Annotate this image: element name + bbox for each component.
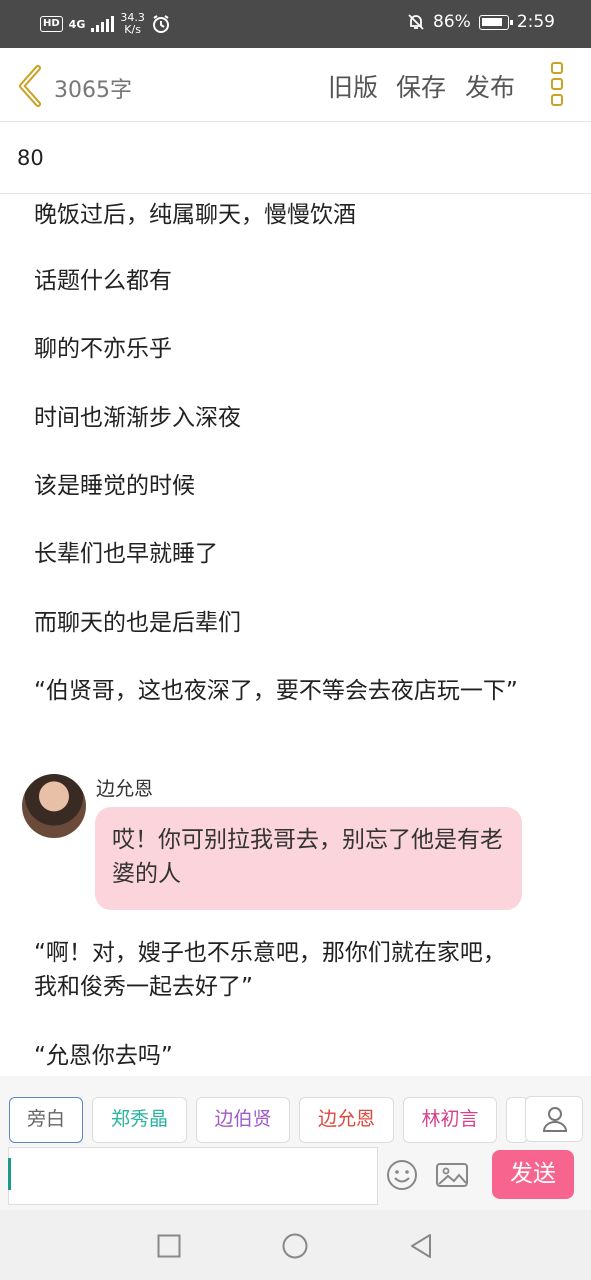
alarm-icon (152, 15, 169, 33)
paragraph: 时间也渐渐步入深夜 (34, 405, 241, 431)
recents-icon[interactable] (157, 1234, 181, 1258)
network-type: 4G (68, 17, 86, 31)
paragraph: 话题什么都有 (34, 268, 172, 294)
emoji-icon[interactable] (385, 1158, 419, 1192)
character-chip[interactable]: 边伯贤 (196, 1097, 290, 1143)
paragraph: “啊！对，嫂子也不乐意吧，那你们就在家吧，我和俊秀一起去好了” (34, 940, 506, 1000)
character-chip[interactable]: 林初言 (403, 1097, 497, 1143)
back-icon[interactable] (408, 1233, 434, 1259)
old-version-button[interactable]: 旧版 (328, 68, 378, 104)
hd-indicator: HD (40, 16, 63, 32)
paragraph: 晚饭过后，纯属聊天，慢慢饮酒 (34, 202, 356, 228)
network-speed: 34.3 K/s (120, 12, 145, 36)
speaker-avatar[interactable] (22, 774, 86, 838)
character-chip[interactable]: 边允恩 (299, 1097, 394, 1143)
person-icon (542, 1107, 568, 1132)
paragraph: “允恩你去吗” (34, 1043, 173, 1069)
character-selector: 旁白 郑秀晶 边伯贤 边允恩 林初言 (0, 1076, 591, 1144)
image-icon[interactable] (435, 1158, 469, 1192)
send-button[interactable]: 发送 (492, 1150, 574, 1199)
battery-icon (478, 14, 513, 30)
mute-bell-icon (408, 14, 424, 30)
input-bar: 发送 (0, 1144, 591, 1210)
dialogue-bubble[interactable]: 哎！你可别拉我哥去，别忘了他是有老婆的人 (95, 807, 522, 910)
manage-characters-button[interactable] (525, 1096, 583, 1142)
chapter-title-field[interactable]: 80 (0, 122, 591, 194)
signal-icon (91, 16, 115, 32)
chapter-title: 80 (17, 146, 44, 170)
paragraph: 聊的不亦乐乎 (34, 336, 172, 362)
clock: 2:59 (516, 12, 555, 32)
paragraph: “伯贤哥，这也夜深了，要不等会去夜店玩一下” (34, 678, 518, 704)
story-content[interactable]: 晚饭过后，纯属聊天，慢慢饮酒 话题什么都有 聊的不亦乐乎 时间也渐渐步入深夜 该… (0, 194, 591, 1076)
word-count: 3065字 (54, 78, 132, 103)
paragraph: 而聊天的也是后辈们 (34, 610, 241, 636)
speed-unit: K/s (124, 23, 141, 36)
more-menu-icon[interactable] (551, 62, 565, 108)
battery-percent: 86% (433, 12, 471, 32)
home-icon[interactable] (282, 1233, 308, 1259)
save-button[interactable]: 保存 (396, 68, 446, 104)
character-chip[interactable]: 郑秀晶 (92, 1097, 187, 1143)
back-arrow-icon[interactable] (14, 64, 48, 108)
speaker-name: 边允恩 (96, 778, 154, 800)
status-bar: HD 4G 34.3 K/s 86% 2:59 (0, 0, 591, 48)
character-chip-narration[interactable]: 旁白 (9, 1097, 83, 1143)
text-caret (8, 1158, 11, 1190)
publish-button[interactable]: 发布 (465, 68, 515, 104)
system-nav-bar (0, 1210, 591, 1280)
message-input[interactable] (8, 1147, 378, 1205)
paragraph: 长辈们也早就睡了 (34, 541, 218, 567)
paragraph: 该是睡觉的时候 (34, 473, 195, 499)
editor-toolbar: 3065字 旧版 保存 发布 (0, 48, 591, 122)
